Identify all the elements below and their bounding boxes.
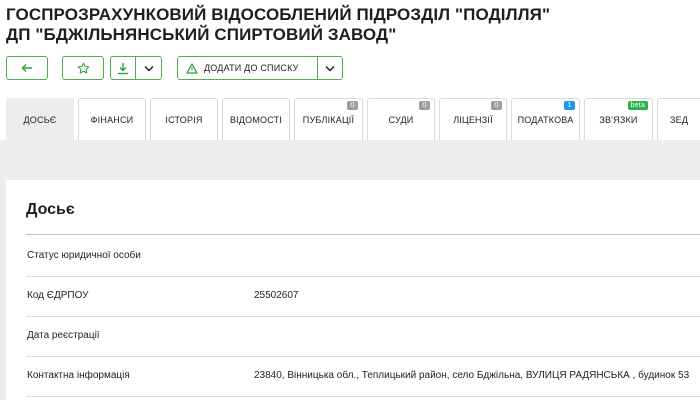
count-badge: 1 bbox=[564, 101, 575, 110]
field-label-edrpou: Код ЄДРПОУ bbox=[27, 290, 89, 301]
download-button[interactable] bbox=[111, 57, 137, 79]
page-title-line-2: ДП "БДЖІЛЬНЯНСЬКИЙ СПИРТОВИЙ ЗАВОД" bbox=[6, 25, 397, 44]
tab-label: ІСТОРІЯ bbox=[165, 114, 203, 125]
tab-label: ЗВ'ЯЗКИ bbox=[599, 114, 638, 125]
tab-label: ФІНАНСИ bbox=[90, 114, 134, 125]
tab-publications[interactable]: ПУБЛІКАЦІЇ 0 bbox=[294, 98, 363, 140]
tab-label: ЛІЦЕНЗІЇ bbox=[453, 114, 493, 125]
tab-label: ДОСЬЄ bbox=[23, 114, 57, 125]
tab-label: ЗЕД bbox=[670, 114, 689, 125]
tab-foreign-trade[interactable]: ЗЕД bbox=[657, 98, 700, 140]
download-button-group bbox=[110, 56, 162, 80]
add-to-list-dropdown[interactable] bbox=[317, 57, 342, 79]
add-to-list-button[interactable]: ДОДАТИ ДО СПИСКУ bbox=[177, 56, 343, 80]
tab-courts[interactable]: СУДИ 0 bbox=[367, 98, 435, 140]
tab-history[interactable]: ІСТОРІЯ bbox=[150, 98, 218, 140]
tab-tax[interactable]: ПОДАТКОВА 1 bbox=[511, 98, 580, 140]
divider bbox=[26, 316, 700, 317]
field-label-registration-date: Дата реєстрації bbox=[27, 330, 100, 341]
count-badge: 0 bbox=[491, 101, 502, 110]
page-title: ГОСПРОЗРАХУНКОВИЙ ВІДОСОБЛЕНИЙ ПІДРОЗДІЛ… bbox=[6, 5, 696, 45]
tab-finance[interactable]: ФІНАНСИ bbox=[78, 98, 146, 140]
tab-label: ВІДОМОСТІ bbox=[229, 114, 283, 125]
tab-label: ПОДАТКОВА bbox=[517, 114, 574, 125]
tab-connections[interactable]: ЗВ'ЯЗКИ beta bbox=[584, 98, 653, 140]
download-dropdown-button[interactable] bbox=[136, 57, 161, 79]
field-label-status: Статус юридичної особи bbox=[27, 250, 141, 261]
arrow-left-icon bbox=[21, 64, 32, 72]
favorite-button[interactable] bbox=[62, 56, 104, 80]
triangle-alert-icon bbox=[186, 62, 198, 74]
dossier-card: Досьє Статус юридичної особи Код ЄДРПОУ … bbox=[6, 180, 700, 400]
tab-bar: ДОСЬЄ ФІНАНСИ ІСТОРІЯ ВІДОМОСТІ ПУБЛІКАЦ… bbox=[0, 98, 700, 140]
tab-dossier[interactable]: ДОСЬЄ bbox=[6, 98, 74, 140]
divider bbox=[26, 396, 700, 397]
tab-records[interactable]: ВІДОМОСТІ bbox=[222, 98, 290, 140]
star-icon bbox=[77, 62, 89, 74]
tab-label: СУДИ bbox=[388, 114, 414, 125]
field-label-contact: Контактна інформація bbox=[27, 370, 130, 381]
page-title-line-1: ГОСПРОЗРАХУНКОВИЙ ВІДОСОБЛЕНИЙ ПІДРОЗДІЛ… bbox=[6, 5, 551, 24]
chevron-down-icon bbox=[144, 65, 153, 71]
back-button[interactable] bbox=[6, 56, 48, 80]
divider bbox=[26, 356, 700, 357]
divider bbox=[26, 234, 700, 235]
section-title: Досьє bbox=[26, 201, 75, 218]
download-icon bbox=[118, 62, 128, 74]
count-badge: 0 bbox=[347, 101, 358, 110]
tab-label: ПУБЛІКАЦІЇ bbox=[302, 114, 355, 125]
divider bbox=[26, 276, 700, 277]
add-to-list-label: ДОДАТИ ДО СПИСКУ bbox=[204, 63, 299, 73]
chevron-down-icon bbox=[325, 65, 335, 71]
field-value-contact: 23840, Вінницька обл., Теплицький район,… bbox=[254, 370, 690, 381]
count-badge: 0 bbox=[419, 101, 430, 110]
beta-badge: beta bbox=[627, 101, 648, 110]
field-value-edrpou: 25502607 bbox=[254, 290, 299, 301]
tab-licenses[interactable]: ЛІЦЕНЗІЇ 0 bbox=[439, 98, 507, 140]
